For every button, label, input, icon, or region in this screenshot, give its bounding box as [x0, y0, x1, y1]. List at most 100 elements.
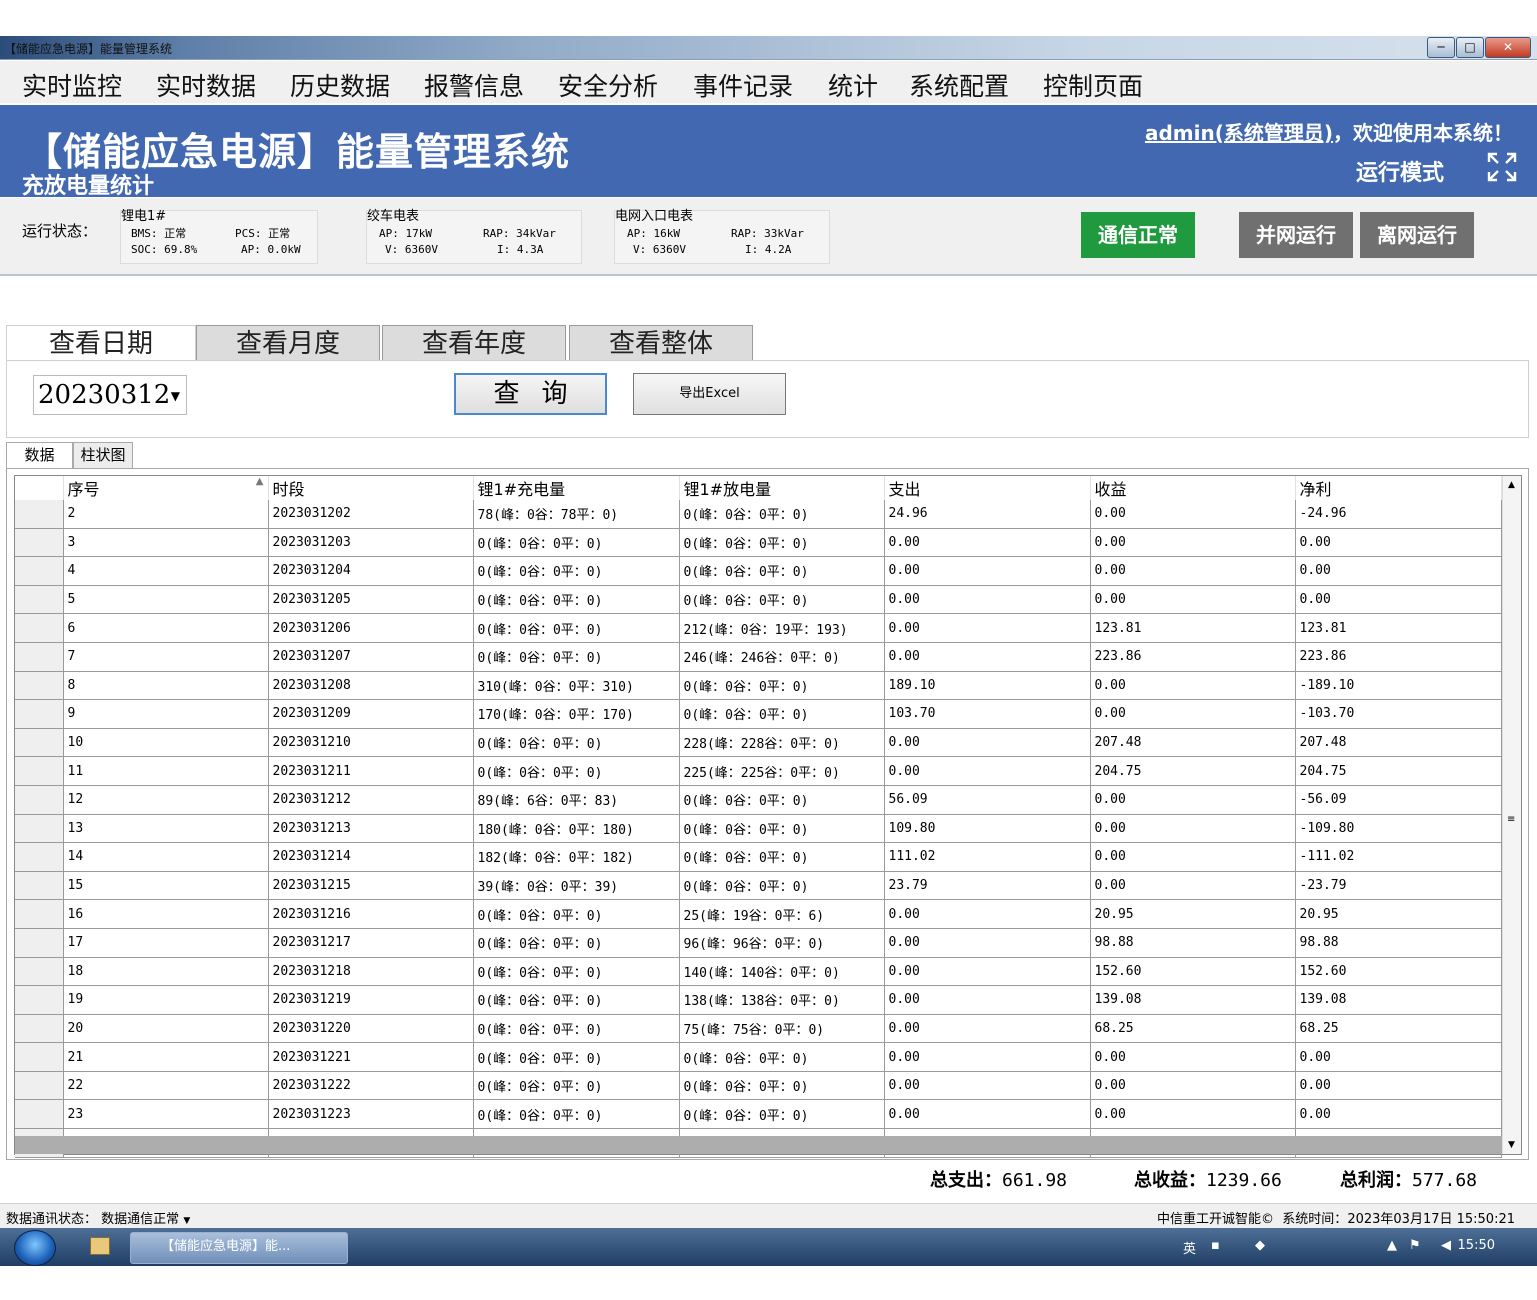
table-cell[interactable]: 96(峰：96谷：0平：0): [679, 928, 885, 958]
table-cell[interactable]: 0.00: [884, 528, 1091, 558]
table-cell[interactable]: 123.81: [1090, 613, 1296, 643]
table-row[interactable]: 8 2023031208 310(峰：0谷：0平：310) 0(峰：0谷：0平：0) 1…: [15, 671, 1502, 701]
table-cell[interactable]: 0.00: [1090, 785, 1296, 815]
subtab-bar-chart[interactable]: 柱状图: [73, 442, 133, 469]
tab-view-date[interactable]: 查看日期: [6, 325, 196, 362]
table-cell[interactable]: 2023031213: [268, 814, 474, 844]
table-cell[interactable]: 140(峰：140谷：0平：0): [679, 957, 885, 987]
table-row[interactable]: 10 2023031210 0(峰：0谷：0平：0) 228(峰：228谷：0平：0)…: [15, 728, 1502, 758]
row-header-cell[interactable]: [15, 756, 64, 786]
table-cell[interactable]: 180(峰：0谷：0平：180): [473, 814, 680, 844]
table-cell[interactable]: -23.79: [1295, 871, 1502, 901]
table-cell[interactable]: 0.00: [1295, 1042, 1502, 1072]
table-cell[interactable]: 16: [63, 899, 269, 929]
table-cell[interactable]: 0.00: [884, 957, 1091, 987]
column-header-charge[interactable]: 锂1#充电量: [473, 476, 680, 500]
tab-view-year[interactable]: 查看年度: [382, 325, 566, 361]
table-cell[interactable]: 228(峰：228谷：0平：0): [679, 728, 885, 758]
table-row[interactable]: 4 2023031204 0(峰：0谷：0平：0) 0(峰：0谷：0平：0) 0.00 0…: [15, 556, 1502, 586]
network-icon[interactable]: ▪: [1211, 1238, 1220, 1253]
table-cell[interactable]: 0.00: [884, 899, 1091, 929]
table-cell[interactable]: 0(峰：0谷：0平：0): [473, 1099, 680, 1130]
row-header-cell[interactable]: [15, 871, 64, 901]
table-cell[interactable]: 2023031208: [268, 671, 474, 701]
table-cell[interactable]: 0(峰：0谷：0平：0): [473, 728, 680, 758]
table-cell[interactable]: 18: [63, 957, 269, 987]
tab-view-month[interactable]: 查看月度: [196, 325, 380, 361]
table-cell[interactable]: -111.02: [1295, 842, 1502, 872]
table-cell[interactable]: 0.00: [884, 728, 1091, 758]
menu-item-event-log[interactable]: 事件记录: [693, 67, 793, 103]
table-row[interactable]: 21 2023031221 0(峰：0谷：0平：0) 0(峰：0谷：0平：0) 0.00…: [15, 1042, 1502, 1072]
table-cell[interactable]: 0.00: [1295, 528, 1502, 558]
row-header-cell[interactable]: [15, 1071, 64, 1101]
table-cell[interactable]: 139.08: [1090, 985, 1296, 1015]
input-method-icon[interactable]: 英: [1183, 1238, 1196, 1257]
table-cell[interactable]: 68.25: [1090, 1014, 1296, 1044]
table-cell[interactable]: 2023031215: [268, 871, 474, 901]
table-row[interactable]: 12 2023031212 89(峰：6谷：0平：83) 0(峰：0谷：0平：0) 56…: [15, 785, 1502, 815]
row-header-cell[interactable]: [15, 1099, 64, 1130]
taskbar-app-button[interactable]: 【储能应急电源】能...: [130, 1232, 348, 1264]
table-cell[interactable]: 13: [63, 814, 269, 844]
column-header-discharge[interactable]: 锂1#放电量: [679, 476, 885, 500]
table-cell[interactable]: 0.00: [1295, 585, 1502, 615]
table-cell[interactable]: 0.00: [1090, 814, 1296, 844]
row-header-cell[interactable]: [15, 500, 64, 529]
table-cell[interactable]: 0.00: [884, 928, 1091, 958]
run-mode-label[interactable]: 运行模式: [1356, 155, 1444, 187]
table-cell[interactable]: 139.08: [1295, 985, 1502, 1015]
table-cell[interactable]: 98.88: [1090, 928, 1296, 958]
row-header-cell[interactable]: [15, 957, 64, 987]
table-cell[interactable]: 223.86: [1090, 642, 1296, 672]
row-header-cell[interactable]: [15, 842, 64, 872]
table-row[interactable]: 18 2023031218 0(峰：0谷：0平：0) 140(峰：140谷：0平：0)…: [15, 957, 1502, 987]
table-cell[interactable]: 2023031211: [268, 756, 474, 786]
table-cell[interactable]: 0(峰：0谷：0平：0): [679, 1042, 885, 1072]
table-cell[interactable]: 8: [63, 671, 269, 701]
table-cell[interactable]: 152.60: [1295, 957, 1502, 987]
date-select[interactable]: 20230312 ▼: [33, 375, 187, 415]
table-cell[interactable]: 123.81: [1295, 613, 1502, 643]
comm-status-value[interactable]: 数据通信正常: [101, 1212, 179, 1227]
table-cell[interactable]: 0.00: [884, 613, 1091, 643]
table-cell[interactable]: 21: [63, 1042, 269, 1072]
table-cell[interactable]: 0(峰：0谷：0平：0): [473, 899, 680, 929]
table-cell[interactable]: 225(峰：225谷：0平：0): [679, 756, 885, 786]
table-row[interactable]: 16 2023031216 0(峰：0谷：0平：0) 25(峰：19谷：0平：6) 0.…: [15, 899, 1502, 929]
table-cell[interactable]: 0.00: [884, 1099, 1091, 1130]
table-cell[interactable]: 0(峰：0谷：0平：0): [679, 500, 885, 529]
table-cell[interactable]: 0(峰：0谷：0平：0): [473, 756, 680, 786]
show-hidden-icons-icon[interactable]: ▲: [1387, 1238, 1397, 1253]
user-link[interactable]: admin(系统管理员): [1145, 121, 1333, 145]
table-cell[interactable]: 23.79: [884, 871, 1091, 901]
table-cell[interactable]: 0.00: [884, 642, 1091, 672]
table-cell[interactable]: 2023031206: [268, 613, 474, 643]
table-cell[interactable]: 223.86: [1295, 642, 1502, 672]
row-header-cell[interactable]: [15, 613, 64, 643]
table-cell[interactable]: 0.00: [884, 1071, 1091, 1101]
table-cell[interactable]: 204.75: [1295, 756, 1502, 786]
table-cell[interactable]: 0.00: [1090, 671, 1296, 701]
table-cell[interactable]: 2023031222: [268, 1071, 474, 1101]
table-cell[interactable]: 20.95: [1090, 899, 1296, 929]
dropdown-arrow-icon[interactable]: ▼: [183, 1216, 190, 1226]
table-cell[interactable]: 20: [63, 1014, 269, 1044]
table-cell[interactable]: 0(峰：0谷：0平：0): [473, 928, 680, 958]
table-cell[interactable]: 0(峰：0谷：0平：0): [473, 613, 680, 643]
table-cell[interactable]: 0.00: [1090, 1099, 1296, 1130]
column-header-index[interactable]: 序号 ▲: [63, 476, 269, 500]
table-cell[interactable]: 24.96: [884, 500, 1091, 529]
table-cell[interactable]: 0(峰：0谷：0平：0): [473, 957, 680, 987]
table-cell[interactable]: 0.00: [1090, 699, 1296, 729]
table-row[interactable]: 5 2023031205 0(峰：0谷：0平：0) 0(峰：0谷：0平：0) 0.00 0…: [15, 585, 1502, 615]
table-cell[interactable]: 0.00: [1090, 1042, 1296, 1072]
table-cell[interactable]: 5: [63, 585, 269, 615]
table-cell[interactable]: 0.00: [1090, 871, 1296, 901]
table-cell[interactable]: 0.00: [1090, 500, 1296, 529]
row-header-cell[interactable]: [15, 699, 64, 729]
column-header-period[interactable]: 时段: [268, 476, 474, 500]
table-cell[interactable]: 6: [63, 613, 269, 643]
column-header-income[interactable]: 收益: [1090, 476, 1296, 500]
row-header-cell[interactable]: [15, 985, 64, 1015]
